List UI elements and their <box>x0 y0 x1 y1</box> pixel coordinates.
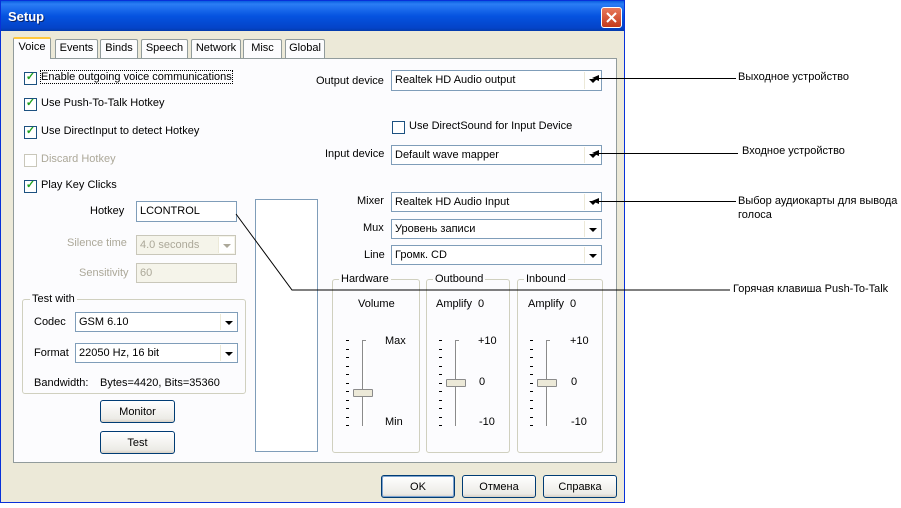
annotation-hotkey: Горячая клавиша Push-To-Talk <box>733 283 889 295</box>
tab-voice[interactable]: Voice <box>13 37 51 59</box>
hotkey-annotation-line <box>235 213 730 291</box>
tab-label: Voice <box>18 41 46 53</box>
